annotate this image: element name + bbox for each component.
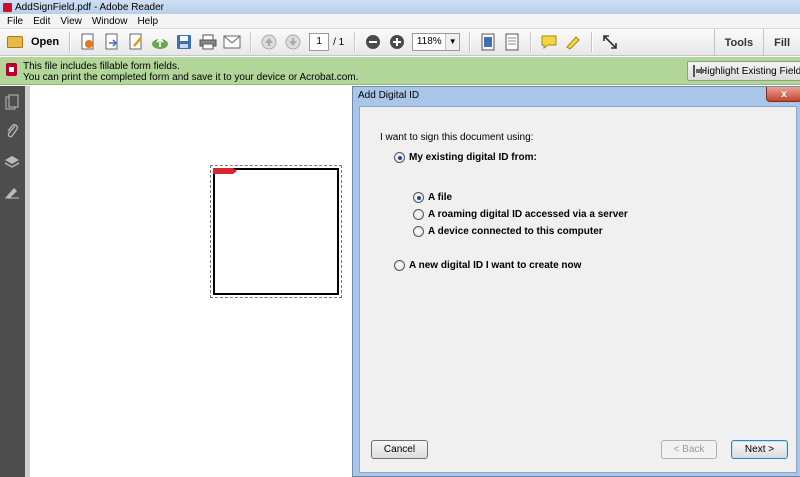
print-icon[interactable] [198,32,218,52]
menu-file[interactable]: File [2,16,28,27]
edit-icon[interactable] [126,32,146,52]
option-existing-id-label: My existing digital ID from: [409,152,537,163]
dialog-close-button[interactable]: x [766,87,800,102]
menu-window[interactable]: Window [87,16,133,27]
toolbar-separator [69,32,71,52]
attachments-icon[interactable] [4,122,20,138]
export-icon[interactable] [102,32,122,52]
zoom-value: 118% [416,36,442,47]
highlight-icon[interactable] [563,32,583,52]
toolbar-right-links: Tools Fill [713,29,800,56]
dialog-prompt: I want to sign this document using: [380,132,534,143]
close-icon: x [781,88,787,100]
comment-icon[interactable] [539,32,559,52]
toolbar-separator [530,32,532,52]
notice-line-2: You can print the completed form and sav… [23,72,359,83]
option-file-label: A file [428,192,453,203]
option-device[interactable]: A device connected to this computer [413,226,603,237]
email-icon[interactable] [222,32,242,52]
signature-flag-icon [213,168,237,174]
open-button[interactable]: Open [3,31,63,53]
cancel-button[interactable]: Cancel [371,440,428,459]
radio-new-id[interactable] [394,260,405,271]
signature-field[interactable] [210,165,342,298]
radio-roaming-id[interactable] [413,209,424,220]
highlight-fields-label: Highlight Existing Fields [700,65,800,77]
back-button[interactable]: < Back [661,440,717,459]
option-new-id[interactable]: A new digital ID I want to create now [394,260,581,271]
layers-icon[interactable] [4,154,20,170]
form-notice-icon [6,63,17,76]
next-page-icon[interactable] [283,32,303,52]
toolbar-separator [354,32,356,52]
main-toolbar: Open 1 / 1 118% ▼ Tools Fill [0,29,800,56]
cloud-upload-icon[interactable] [150,32,170,52]
folder-icon [7,36,23,48]
menu-help[interactable]: Help [132,16,163,27]
zoom-select[interactable]: 118% ▼ [412,33,461,51]
dialog-title: Add Digital ID [358,90,420,101]
option-file[interactable]: A file [413,192,452,203]
full-screen-icon[interactable] [600,32,620,52]
zoom-in-icon[interactable] [387,32,407,52]
toolbar-separator [469,32,471,52]
add-digital-id-dialog: Add Digital ID x I want to sign this doc… [352,86,800,477]
radio-device[interactable] [413,226,424,237]
highlight-fields-button[interactable]: Highlight Existing Fields [687,61,800,81]
window-title: AddSignField.pdf - Adobe Reader [15,1,164,13]
next-button[interactable]: Next > [731,440,788,459]
option-roaming-id-label: A roaming digital ID accessed via a serv… [428,209,628,220]
option-existing-id[interactable]: My existing digital ID from: [394,152,537,163]
notice-line-1: This file includes fillable form fields. [23,61,180,72]
zoom-out-icon[interactable] [363,32,383,52]
create-pdf-icon[interactable] [78,32,98,52]
radio-existing-id[interactable] [394,152,405,163]
navigation-pane [0,86,25,477]
toolbar-separator [591,32,593,52]
tools-pane-button[interactable]: Tools [715,37,764,49]
fit-page-icon[interactable] [478,32,498,52]
radio-file[interactable] [413,192,424,203]
fill-sign-pane-button[interactable]: Fill [764,37,800,49]
option-device-label: A device connected to this computer [428,226,603,237]
signatures-icon[interactable] [4,184,20,200]
toolbar-separator [250,32,252,52]
form-fields-notice-bar: This file includes fillable form fields.… [0,57,800,85]
zoom-dropdown-icon[interactable]: ▼ [445,34,460,50]
menu-view[interactable]: View [55,16,87,27]
page-total: / 1 [333,36,345,48]
menu-bar: File Edit View Window Help [0,14,800,29]
open-button-label: Open [31,36,60,48]
adobe-reader-app-icon [3,2,12,12]
title-bar: AddSignField.pdf - Adobe Reader [0,0,800,14]
dialog-body: I want to sign this document using: My e… [359,106,797,473]
save-icon[interactable] [174,32,194,52]
signature-field-box [213,168,339,295]
document-page [30,86,354,477]
menu-edit[interactable]: Edit [28,16,55,27]
prev-page-icon[interactable] [259,32,279,52]
pages-icon[interactable] [4,94,20,110]
page-number-input[interactable]: 1 [309,33,330,51]
option-new-id-label: A new digital ID I want to create now [409,260,582,271]
read-mode-icon[interactable] [502,32,522,52]
option-roaming-id[interactable]: A roaming digital ID accessed via a serv… [413,209,628,220]
highlight-fields-icon [693,65,704,77]
